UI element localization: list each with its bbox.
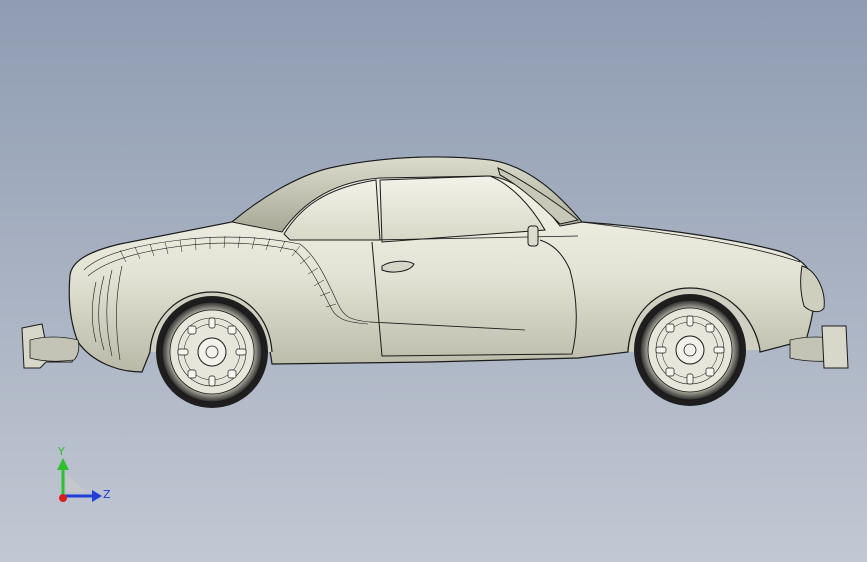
triad-y-label: Y [57, 445, 65, 458]
front-headlight [800, 265, 825, 313]
side-mirror [527, 225, 539, 247]
triad-z-arrow [92, 490, 102, 502]
graphics-viewport[interactable]: Y Z [0, 0, 867, 562]
triad-x-axis [59, 494, 67, 502]
front-wheel [634, 294, 746, 406]
reference-triad: Y Z [57, 445, 111, 502]
car-model-view[interactable]: Y Z [0, 0, 867, 562]
triad-z-label: Z [103, 488, 111, 501]
triad-y-arrow [57, 458, 69, 470]
rear-wheel [156, 296, 268, 408]
triad-xy-plane [66, 474, 86, 492]
rear-bumper [21, 323, 80, 369]
